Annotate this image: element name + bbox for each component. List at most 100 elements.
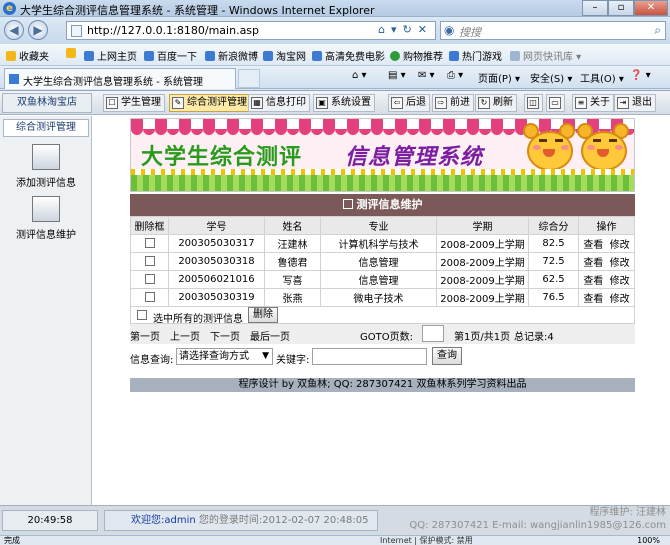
menu-item-label: 添加测评信息 [16, 178, 76, 189]
url-text: http://127.0.0.1:8180/main.asp [87, 24, 260, 37]
fav-link-home[interactable] [66, 48, 79, 60]
exit-button[interactable]: ⇥ 退出 [614, 94, 656, 112]
minimize-button[interactable]: – [582, 0, 608, 16]
chevron-down-icon: ▼ [262, 351, 269, 361]
app-status-area: 20:49:58 欢迎您:admin 您的登录时间:2012-02-07 20:… [0, 505, 670, 535]
feeds-icon[interactable]: ▤ ▾ [388, 70, 406, 81]
fav-link-6[interactable]: 购物推荐 [390, 48, 443, 63]
page-icon [263, 51, 273, 61]
first-page-link[interactable]: 第一页 [130, 328, 160, 343]
row-checkbox[interactable] [144, 274, 155, 284]
print-doc-icon: ▦ [251, 97, 263, 109]
prev-page-link[interactable]: 上一页 [170, 328, 200, 343]
query-row: 信息查询: 请选择查询方式 ▼ 关键字: 查询 [130, 347, 635, 367]
sys-settings-button[interactable]: ▣ 系统设置 [313, 94, 375, 112]
new-tab-button[interactable] [238, 69, 260, 88]
fav-link-3[interactable]: 新浪微博 [205, 48, 258, 63]
row-checkbox[interactable] [144, 238, 155, 248]
col-header-term: 学期 [436, 216, 529, 235]
fullscreen-button[interactable]: ▭ [546, 94, 565, 112]
cell-name: 汪建林 [264, 234, 321, 253]
keyword-input[interactable] [312, 348, 427, 365]
row-checkbox[interactable] [144, 292, 155, 302]
search-field[interactable]: ◉ 搜搜 ⌕ [440, 21, 666, 40]
banner-grass [131, 175, 634, 191]
col-header-name: 姓名 [264, 216, 321, 235]
edit-link[interactable]: 修改 [610, 240, 630, 251]
table-header-row: 删除框 学号 姓名 专业 学期 综合分 操作 [130, 216, 635, 235]
page-menu[interactable]: 页面(P) ▾ [478, 70, 520, 85]
eval-mgmt-button[interactable]: ✎ 综合测评管理 [169, 94, 251, 112]
forward-nav-button[interactable]: ▶ [28, 20, 48, 40]
view-link[interactable]: 查看 [583, 276, 603, 287]
close-window-button[interactable]: ✕ [634, 0, 668, 16]
maintainer-line1: 程序维护: 汪建林 [589, 507, 666, 518]
browser-tab[interactable]: 大学生综合测评信息管理系统 - 系统管理 [4, 68, 236, 89]
view-link[interactable]: 查看 [583, 294, 603, 305]
view-link[interactable]: 查看 [583, 240, 603, 251]
goto-label: GOTO页数: [360, 332, 413, 343]
fav-link-5[interactable]: 高清免费电影 [312, 48, 385, 63]
refresh-button[interactable]: ↻ 刷新 [475, 94, 517, 112]
maximize-button[interactable]: ▫ [608, 0, 634, 16]
tab-page-icon [9, 74, 19, 84]
fav-link-4[interactable]: 淘宝网 [263, 48, 306, 63]
safety-menu[interactable]: 安全(S) ▾ [530, 70, 572, 85]
back-nav-button[interactable]: ◀ [4, 20, 24, 40]
edit-link[interactable]: 修改 [610, 276, 630, 287]
ie-logo-icon: e [3, 2, 16, 15]
banner-title-part1: 大学生综合测评 [141, 145, 303, 170]
goto-page-input[interactable] [422, 325, 444, 342]
globe-icon [390, 51, 400, 61]
browser-status-bar: 完成 Internet | 保护模式: 禁用 100% [0, 535, 670, 545]
split-view-button[interactable]: ◫ [524, 94, 543, 112]
zoom-level[interactable]: 100% [637, 536, 660, 545]
query-button[interactable]: 查询 [432, 347, 462, 365]
fav-link-8[interactable]: 网页快讯库 ▾ [510, 48, 581, 63]
delete-button[interactable]: 删除 [248, 307, 278, 323]
refresh-stop-icons[interactable]: ⌂▾↻✕ [378, 23, 433, 36]
tools-menu[interactable]: 工具(O) ▾ [580, 70, 624, 85]
cell-score: 62.5 [528, 270, 579, 289]
fav-link-1[interactable]: 上网主页 [84, 48, 137, 63]
edit-link[interactable]: 修改 [610, 258, 630, 269]
cell-name: 写喜 [264, 270, 321, 289]
help-icon[interactable]: ❓ ▾ [630, 70, 651, 81]
last-page-link[interactable]: 最后一页 [250, 328, 290, 343]
left-menu-header: 综合测评管理 [3, 119, 89, 137]
search-icon[interactable]: ⌕ [654, 23, 661, 38]
mail-icon[interactable]: ✉ ▾ [418, 70, 435, 81]
menu-item-maintain-eval[interactable]: 测评信息维护 [0, 196, 92, 241]
print-icon[interactable]: ⎙ ▾ [447, 70, 463, 81]
menu-item-add-eval[interactable]: 添加测评信息 [0, 144, 92, 189]
edit-link[interactable]: 修改 [610, 294, 630, 305]
url-field[interactable]: http://127.0.0.1:8180/main.asp ⌂▾↻✕ [66, 21, 436, 40]
panel-title: 测评信息维护 [356, 198, 423, 211]
next-page-link[interactable]: 下一页 [210, 328, 240, 343]
fav-link-2[interactable]: 百度一下 [144, 48, 197, 63]
fav-link-7[interactable]: 热门游戏 [449, 48, 502, 63]
add-favorite-icon [66, 48, 76, 58]
cell-id: 200506021016 [168, 270, 265, 289]
view-link[interactable]: 查看 [583, 258, 603, 269]
forward-button[interactable]: ⇨ 前进 [432, 94, 474, 112]
page-icon [449, 51, 459, 61]
banner-title-part2: 信息管理系统 [345, 145, 484, 170]
select-all-row: 选中所有的测评信息 删除 [130, 306, 635, 325]
query-type-select[interactable]: 请选择查询方式 ▼ [176, 348, 273, 365]
page-icon [84, 51, 94, 61]
bear-mascot-icon [523, 123, 575, 173]
about-button[interactable]: ≡ 关于 [572, 94, 614, 112]
cell-id: 200305030317 [168, 234, 265, 253]
row-checkbox[interactable] [144, 256, 155, 266]
info-print-button[interactable]: ▦ 信息打印 [248, 94, 310, 112]
favorites-button[interactable]: 收藏夹 [6, 48, 49, 63]
shop-name[interactable]: 双鱼林淘宝店 [2, 93, 92, 113]
cell-major: 信息管理 [320, 270, 437, 289]
cell-major: 计算机科学与技术 [320, 234, 437, 253]
back-button[interactable]: ⇦ 后退 [388, 94, 430, 112]
col-header-id: 学号 [168, 216, 265, 235]
home-icon[interactable]: ⌂ ▾ [352, 70, 367, 81]
select-all-checkbox[interactable] [137, 310, 147, 320]
student-mgmt-button[interactable]: ☐ 学生管理 [103, 94, 165, 112]
